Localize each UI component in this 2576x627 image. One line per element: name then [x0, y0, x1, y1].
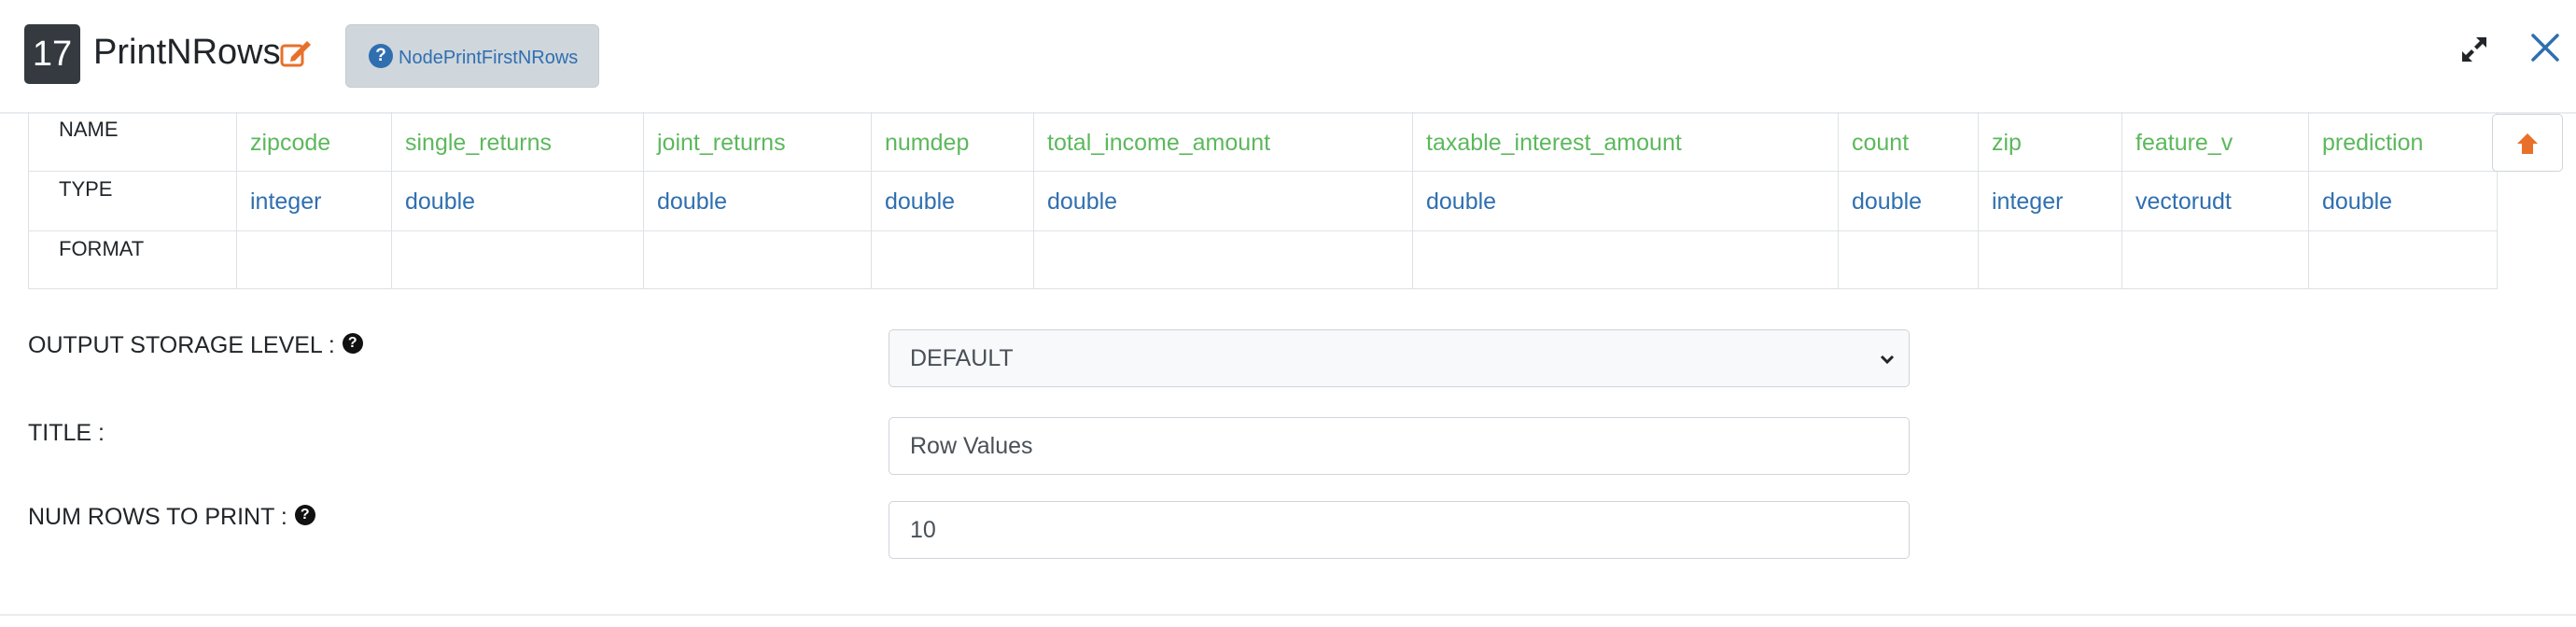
- storage-level-value: DEFAULT: [910, 345, 1014, 371]
- column-type-cell: double: [1033, 172, 1412, 230]
- storage-level-select[interactable]: DEFAULT: [889, 329, 1910, 387]
- modal-header: 17 PrintNRows ? NodePrintFirstNRows: [0, 0, 2576, 114]
- column-name-cell: zip: [1978, 112, 2121, 171]
- column-name-cell: total_income_amount: [1033, 112, 1412, 171]
- column-format-cell[interactable]: [1412, 231, 1838, 289]
- scroll-up-button[interactable]: [2492, 114, 2563, 172]
- column-name-cell: single_returns: [391, 112, 643, 171]
- node-help-button[interactable]: ? NodePrintFirstNRows: [345, 24, 599, 88]
- column-name-cell: feature_v: [2121, 112, 2308, 171]
- num-rows-input-value: 10: [910, 517, 936, 543]
- schema-table: NAME zipcode single_returns joint_return…: [28, 112, 2498, 289]
- edit-icon[interactable]: [280, 39, 312, 67]
- title-label: TITLE :: [28, 420, 105, 446]
- schema-name-row: NAME zipcode single_returns joint_return…: [29, 112, 2497, 172]
- column-name-cell: taxable_interest_amount: [1412, 112, 1838, 171]
- column-type-cell: integer: [236, 172, 391, 230]
- node-title: PrintNRows: [93, 33, 281, 72]
- title-input-value: Row Values: [910, 433, 1033, 459]
- column-format-cell[interactable]: [1033, 231, 1412, 289]
- row-label-type: TYPE: [59, 177, 113, 201]
- column-format-cell[interactable]: [2121, 231, 2308, 289]
- column-format-cell[interactable]: [1978, 231, 2121, 289]
- row-label-format: FORMAT: [59, 237, 145, 260]
- num-rows-label-text: NUM ROWS TO PRINT :: [28, 504, 287, 530]
- num-rows-label: NUM ROWS TO PRINT :?: [28, 498, 315, 536]
- column-type-cell: integer: [1978, 172, 2121, 230]
- row-label-name: NAME: [59, 118, 119, 141]
- node-number-badge: 17: [24, 24, 80, 84]
- num-rows-input[interactable]: 10: [889, 501, 1910, 559]
- storage-level-label-text: OUTPUT STORAGE LEVEL :: [28, 332, 335, 358]
- question-circle-icon: ?: [369, 44, 393, 68]
- schema-type-row: TYPE integer double double double double…: [29, 172, 2497, 231]
- column-type-cell: double: [391, 172, 643, 230]
- chevron-down-icon: [1880, 355, 1895, 365]
- column-name-cell: prediction: [2308, 112, 2499, 171]
- column-format-cell[interactable]: [2308, 231, 2499, 289]
- column-format-cell[interactable]: [1838, 231, 1978, 289]
- column-format-cell[interactable]: [391, 231, 643, 289]
- column-type-cell: double: [871, 172, 1033, 230]
- column-format-cell[interactable]: [236, 231, 391, 289]
- schema-format-row: FORMAT: [29, 231, 2497, 289]
- close-icon[interactable]: [2529, 32, 2561, 63]
- question-circle-icon[interactable]: ?: [294, 505, 315, 526]
- column-type-cell: vectorudt: [2121, 172, 2308, 230]
- column-type-cell: double: [1412, 172, 1838, 230]
- column-name-cell: joint_returns: [643, 112, 871, 171]
- node-help-label: NodePrintFirstNRows: [399, 48, 579, 68]
- column-name-cell: numdep: [871, 112, 1033, 171]
- column-format-cell[interactable]: [643, 231, 871, 289]
- column-type-cell: double: [2308, 172, 2499, 230]
- column-type-cell: double: [1838, 172, 1978, 230]
- expand-icon[interactable]: [2460, 35, 2488, 63]
- title-input[interactable]: Row Values: [889, 417, 1910, 475]
- column-name-cell: count: [1838, 112, 1978, 171]
- divider: [0, 614, 2576, 616]
- arrow-up-icon: [2517, 133, 2538, 154]
- column-type-cell: double: [643, 172, 871, 230]
- column-format-cell[interactable]: [871, 231, 1033, 289]
- storage-level-label: OUTPUT STORAGE LEVEL :?: [28, 327, 363, 364]
- question-circle-icon[interactable]: ?: [342, 333, 363, 355]
- column-name-cell: zipcode: [236, 112, 391, 171]
